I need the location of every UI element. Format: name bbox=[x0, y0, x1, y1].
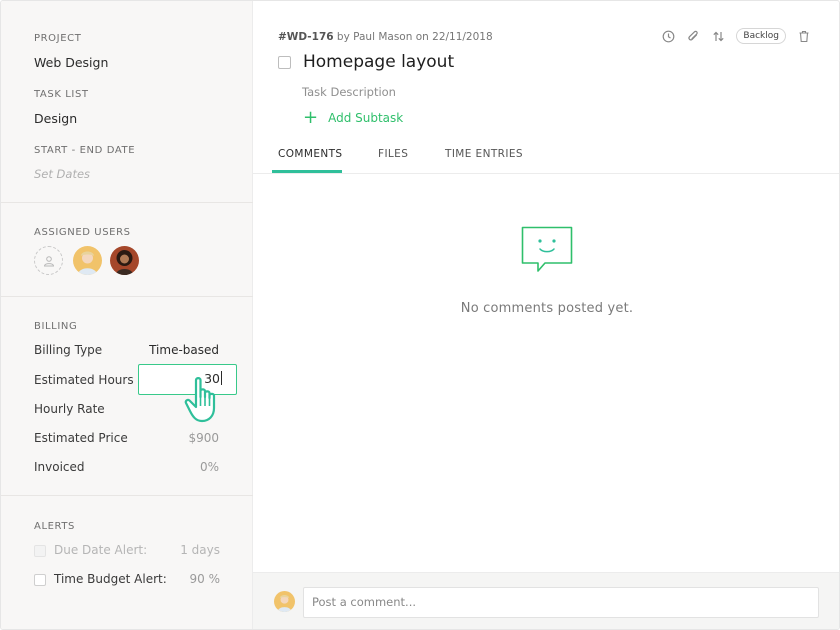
task-meta: #WD-176 by Paul Mason on 22/11/2018 bbox=[278, 31, 493, 43]
task-list-label: TASK LIST bbox=[34, 89, 89, 100]
time-budget-alert-label: Time Budget Alert: bbox=[54, 572, 167, 586]
clock-icon[interactable] bbox=[661, 29, 675, 43]
task-author-date: by Paul Mason on 22/11/2018 bbox=[333, 31, 493, 43]
task-list-value[interactable]: Design bbox=[34, 111, 77, 126]
due-date-alert-checkbox[interactable] bbox=[34, 545, 46, 557]
set-dates-field[interactable]: Set Dates bbox=[34, 167, 90, 181]
status-badge[interactable]: Backlog bbox=[736, 28, 786, 44]
task-sidebar: PROJECT Web Design TASK LIST Design STAR… bbox=[1, 1, 253, 629]
tab-comments[interactable]: COMMENTS bbox=[278, 148, 342, 160]
task-complete-checkbox[interactable] bbox=[278, 56, 291, 69]
task-description-field[interactable]: Task Description bbox=[302, 85, 396, 99]
invoiced-value: 0% bbox=[199, 460, 219, 474]
alerts-label: ALERTS bbox=[34, 521, 76, 532]
smiley-chat-bubble-icon bbox=[521, 226, 573, 272]
plus-icon: + bbox=[303, 107, 319, 128]
task-title[interactable]: Homepage layout bbox=[303, 52, 454, 72]
hand-pointer-cursor-icon bbox=[184, 377, 216, 423]
active-tab-indicator bbox=[272, 170, 342, 173]
due-date-alert-label: Due Date Alert: bbox=[54, 543, 148, 557]
sidebar-divider bbox=[1, 495, 253, 496]
empty-comments-message: No comments posted yet. bbox=[460, 301, 634, 316]
avatar bbox=[274, 591, 295, 612]
user-icon bbox=[43, 255, 54, 266]
estimated-hours-label: Estimated Hours bbox=[34, 373, 134, 387]
sidebar-divider bbox=[1, 202, 253, 203]
sidebar-divider bbox=[1, 296, 253, 297]
avatar[interactable] bbox=[110, 246, 139, 275]
tab-time-entries[interactable]: TIME ENTRIES bbox=[445, 148, 523, 160]
comment-composer: Post a comment... bbox=[253, 572, 839, 629]
trash-icon[interactable] bbox=[797, 29, 811, 43]
project-label: PROJECT bbox=[34, 33, 82, 44]
task-tabs: COMMENTS FILES TIME ENTRIES bbox=[253, 141, 839, 174]
task-toolbar: Backlog bbox=[661, 28, 811, 44]
swap-arrows-icon[interactable] bbox=[711, 29, 725, 43]
estimated-price-label: Estimated Price bbox=[34, 431, 128, 445]
paperclip-icon[interactable] bbox=[686, 29, 700, 43]
time-budget-alert-checkbox[interactable] bbox=[34, 574, 46, 586]
hourly-rate-label: Hourly Rate bbox=[34, 402, 105, 416]
task-main-panel: #WD-176 by Paul Mason on 22/11/2018 Back… bbox=[253, 1, 839, 629]
billing-type-label: Billing Type bbox=[34, 343, 103, 357]
add-subtask-label: Add Subtask bbox=[328, 111, 404, 125]
invoiced-label: Invoiced bbox=[34, 460, 85, 474]
tab-files[interactable]: FILES bbox=[378, 148, 408, 160]
date-range-label: START - END DATE bbox=[34, 145, 136, 156]
task-detail-window: PROJECT Web Design TASK LIST Design STAR… bbox=[0, 0, 840, 630]
project-value[interactable]: Web Design bbox=[34, 55, 108, 70]
time-budget-alert-row[interactable]: Time Budget Alert: 90 % bbox=[34, 572, 220, 588]
due-date-alert-value: 1 days bbox=[180, 543, 220, 557]
time-budget-alert-value: 90 % bbox=[189, 572, 221, 586]
due-date-alert-row[interactable]: Due Date Alert: 1 days bbox=[34, 543, 220, 559]
billing-type-value[interactable]: Time-based bbox=[149, 343, 219, 357]
estimated-price-value: $900 bbox=[188, 431, 219, 445]
add-user-button[interactable] bbox=[34, 246, 63, 275]
avatar[interactable] bbox=[73, 246, 102, 275]
task-id[interactable]: #WD-176 bbox=[278, 31, 334, 43]
billing-label: BILLING bbox=[34, 321, 78, 332]
assigned-users-label: ASSIGNED USERS bbox=[34, 227, 131, 238]
add-subtask-button[interactable]: + Add Subtask bbox=[303, 107, 404, 128]
comment-input[interactable]: Post a comment... bbox=[303, 587, 819, 618]
